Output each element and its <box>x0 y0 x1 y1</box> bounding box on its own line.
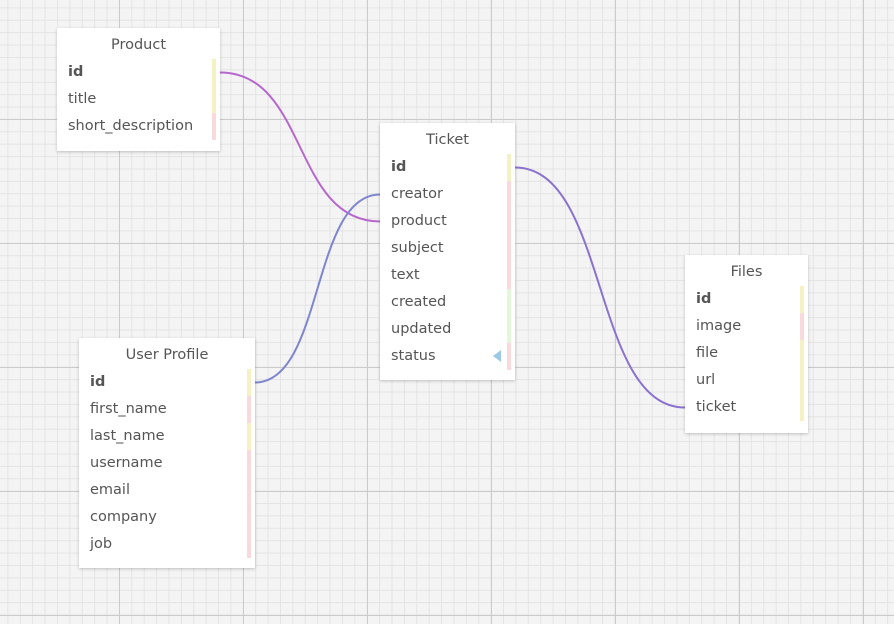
type-bar <box>507 343 511 370</box>
field-user-id[interactable]: id <box>79 369 255 396</box>
field-files-image[interactable]: image <box>685 313 808 340</box>
field-ticket-created[interactable]: created <box>380 289 515 316</box>
field-user-company[interactable]: company <box>79 504 255 531</box>
type-bar <box>247 531 251 558</box>
field-label: updated <box>391 321 452 337</box>
field-user-email[interactable]: email <box>79 477 255 504</box>
field-label: id <box>391 159 407 175</box>
field-user-job[interactable]: job <box>79 531 255 558</box>
field-label: email <box>90 482 130 498</box>
field-ticket-updated[interactable]: updated <box>380 316 515 343</box>
field-label: last_name <box>90 428 165 444</box>
type-bar <box>507 262 511 289</box>
field-label: title <box>68 91 97 107</box>
diagram-canvas[interactable]: Product id title short_description Ticke… <box>0 0 894 624</box>
field-label: text <box>391 267 420 283</box>
table-title[interactable]: Ticket <box>380 123 515 154</box>
type-bar <box>247 396 251 423</box>
type-bar <box>247 369 251 396</box>
field-label: status <box>391 348 436 364</box>
field-ticket-status[interactable]: status <box>380 343 515 370</box>
type-bar <box>800 313 804 340</box>
type-bar <box>212 59 216 86</box>
field-label: created <box>391 294 447 310</box>
field-product-short-description[interactable]: short_description <box>57 113 220 140</box>
field-label: short_description <box>68 118 194 134</box>
type-bar <box>507 208 511 235</box>
field-label: file <box>696 345 719 361</box>
field-label: url <box>696 372 716 388</box>
field-label: id <box>696 291 712 307</box>
type-bar <box>247 450 251 477</box>
field-files-url[interactable]: url <box>685 367 808 394</box>
field-label: username <box>90 455 163 471</box>
field-label: subject <box>391 240 444 256</box>
table-title[interactable]: Files <box>685 255 808 286</box>
type-bar <box>212 113 216 140</box>
field-label: image <box>696 318 742 334</box>
field-label: id <box>90 374 106 390</box>
field-files-ticket[interactable]: ticket <box>685 394 808 421</box>
field-label: id <box>68 64 84 80</box>
relation-line-2 <box>514 166 686 409</box>
field-ticket-text[interactable]: text <box>380 262 515 289</box>
table-ticket[interactable]: Ticket id creator product subject text c… <box>380 123 515 380</box>
field-ticket-subject[interactable]: subject <box>380 235 515 262</box>
table-title[interactable]: User Profile <box>79 338 255 369</box>
relation-line-1 <box>254 193 381 384</box>
type-bar <box>800 367 804 394</box>
type-bar <box>212 86 216 113</box>
field-label: first_name <box>90 401 167 417</box>
field-label: company <box>90 509 157 525</box>
type-bar <box>507 289 511 316</box>
type-bar <box>507 154 511 181</box>
field-user-last-name[interactable]: last_name <box>79 423 255 450</box>
table-files[interactable]: Files id image file url ticket <box>685 255 808 433</box>
field-label: ticket <box>696 399 737 415</box>
field-label: job <box>90 536 113 552</box>
relation-line-0 <box>219 71 381 223</box>
field-ticket-id[interactable]: id <box>380 154 515 181</box>
type-bar <box>800 340 804 367</box>
table-user-profile[interactable]: User Profile id first_name last_name use… <box>79 338 255 568</box>
type-bar <box>247 504 251 531</box>
type-bar <box>507 181 511 208</box>
type-bar <box>507 235 511 262</box>
type-bar <box>247 423 251 450</box>
field-files-file[interactable]: file <box>685 340 808 367</box>
field-user-first-name[interactable]: first_name <box>79 396 255 423</box>
field-label: product <box>391 213 447 229</box>
type-bar <box>247 477 251 504</box>
field-user-username[interactable]: username <box>79 450 255 477</box>
enum-arrow-icon <box>493 350 501 362</box>
field-label: creator <box>391 186 443 202</box>
field-files-id[interactable]: id <box>685 286 808 313</box>
type-bar <box>800 394 804 421</box>
table-title[interactable]: Product <box>57 28 220 59</box>
type-bar <box>800 286 804 313</box>
field-ticket-creator[interactable]: creator <box>380 181 515 208</box>
field-product-title[interactable]: title <box>57 86 220 113</box>
field-product-id[interactable]: id <box>57 59 220 86</box>
table-product[interactable]: Product id title short_description <box>57 28 220 151</box>
field-ticket-product[interactable]: product <box>380 208 515 235</box>
type-bar <box>507 316 511 343</box>
